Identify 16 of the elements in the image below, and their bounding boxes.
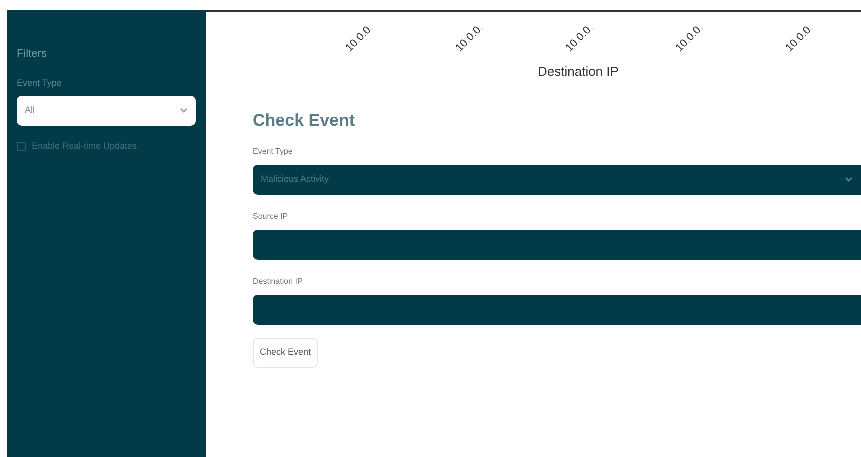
check-event-button[interactable]: Check Event bbox=[253, 338, 318, 368]
axis-title: Destination IP bbox=[538, 63, 619, 81]
field-label: Event Type bbox=[17, 76, 63, 90]
sidebar-title: Filters bbox=[17, 47, 48, 62]
checkbox-label: Enable Real-time Updates bbox=[32, 140, 138, 153]
chevron-down-icon bbox=[845, 176, 853, 182]
section-heading: Check Event bbox=[253, 110, 356, 132]
chevron-down-icon bbox=[180, 108, 188, 114]
field-label: Destination IP bbox=[253, 276, 304, 288]
event-type-select[interactable]: Malicious Activity bbox=[253, 164, 861, 194]
checkbox[interactable] bbox=[17, 142, 26, 152]
field-label: Source IP bbox=[253, 210, 290, 222]
text-field[interactable] bbox=[253, 294, 861, 324]
event-type-select[interactable]: All bbox=[17, 96, 196, 126]
field-label: Event Type bbox=[253, 146, 294, 158]
text-field[interactable] bbox=[253, 230, 861, 260]
